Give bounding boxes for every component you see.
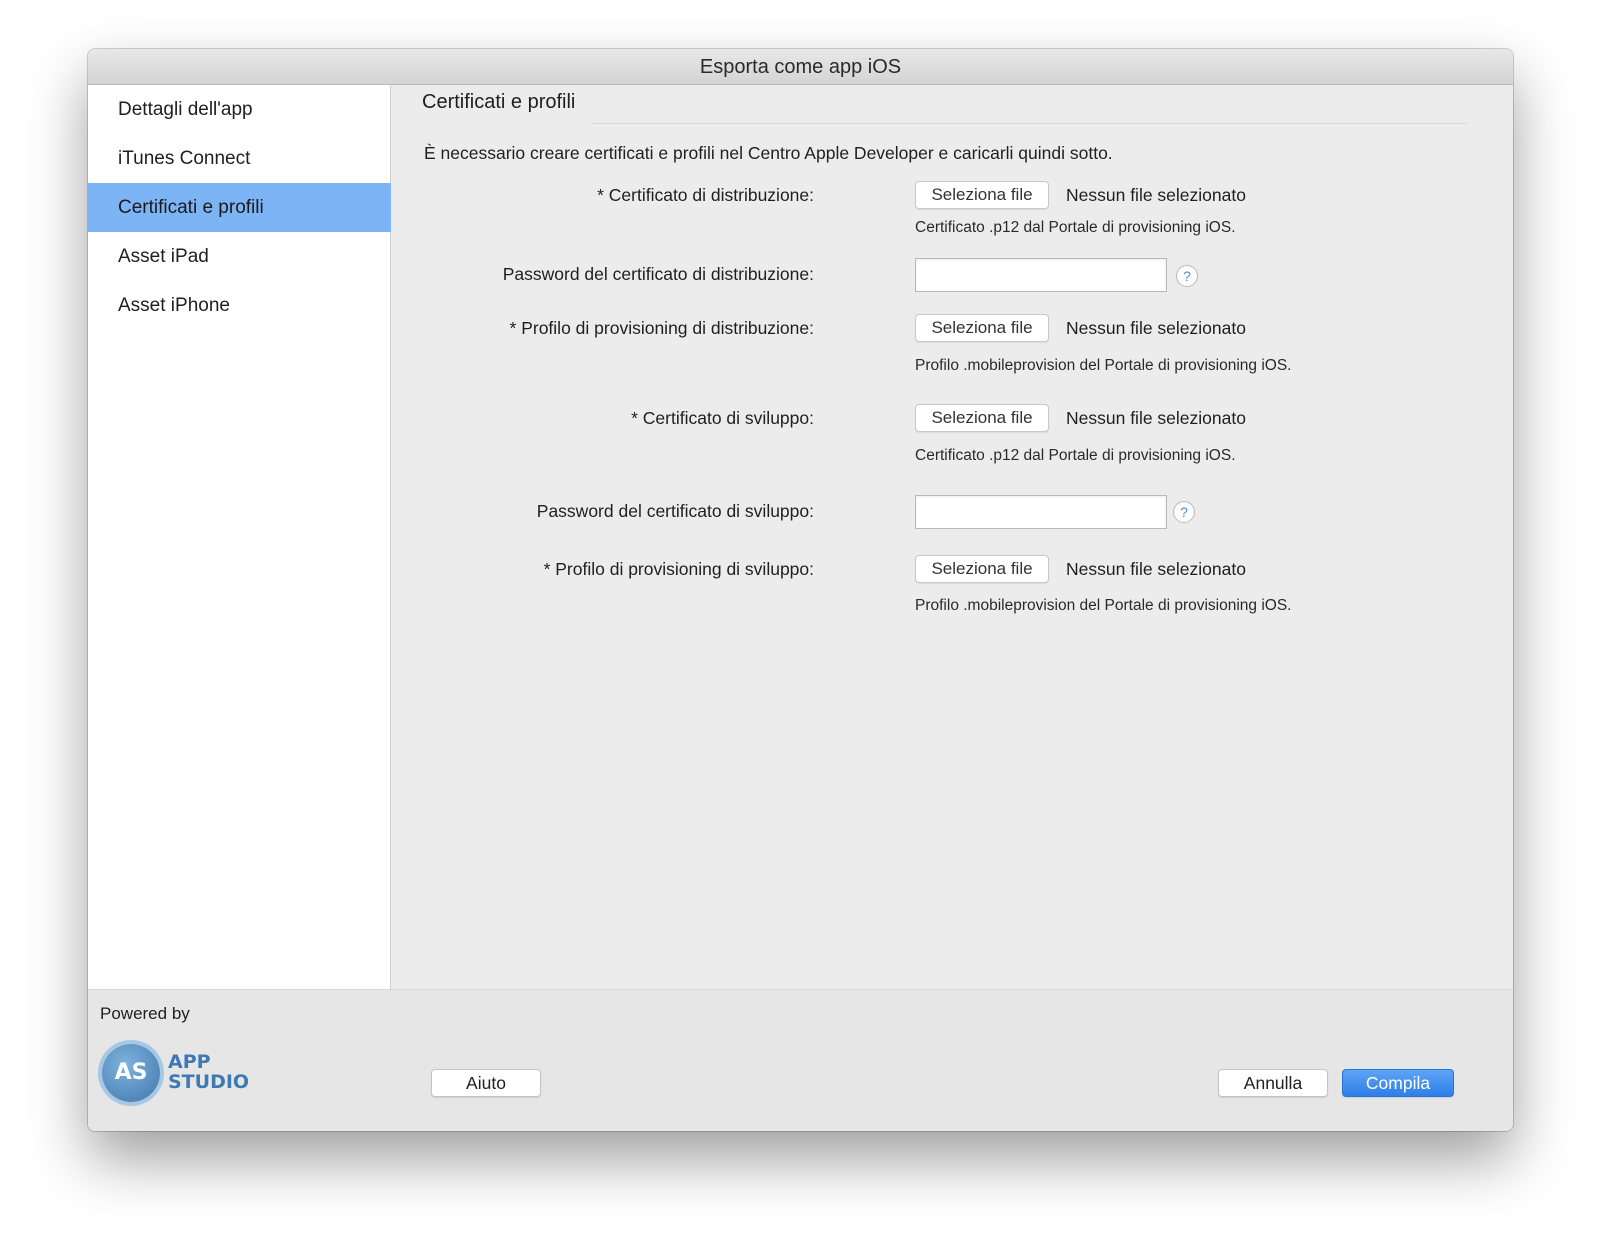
sidebar: Dettagli dell'app iTunes Connect Certifi… <box>88 85 391 989</box>
distribution-password-label: Password del certificato di distribuzion… <box>502 264 814 284</box>
development-profile-hint: Profilo .mobileprovision del Portale di … <box>915 597 1292 614</box>
distribution-password-help-icon[interactable]: ? <box>1176 265 1198 287</box>
main-panel: Certificati e profili È necessario crear… <box>392 85 1513 989</box>
distribution-profile-status: Nessun file selezionato <box>1066 318 1246 338</box>
sidebar-item-itunes-connect[interactable]: iTunes Connect <box>88 134 391 183</box>
distribution-profile-choose-button[interactable]: Seleziona file <box>915 314 1049 342</box>
sidebar-item-certificates[interactable]: Certificati e profili <box>88 183 391 232</box>
distribution-certificate-choose-button[interactable]: Seleziona file <box>915 181 1049 209</box>
dialog-footer: Powered by AS APP STUDIO Aiuto Annulla C… <box>88 989 1513 1131</box>
sidebar-item-iphone-assets[interactable]: Asset iPhone <box>88 281 391 330</box>
development-certificate-hint: Certificato .p12 dal Portale di provisio… <box>915 447 1236 464</box>
help-button[interactable]: Aiuto <box>431 1069 541 1097</box>
development-profile-choose-button[interactable]: Seleziona file <box>915 555 1049 583</box>
sidebar-item-app-details[interactable]: Dettagli dell'app <box>88 85 391 134</box>
distribution-profile-hint: Profilo .mobileprovision del Portale di … <box>915 357 1292 374</box>
development-profile-status: Nessun file selezionato <box>1066 559 1246 579</box>
section-title: Certificati e profili <box>422 91 576 113</box>
development-password-input[interactable] <box>915 495 1167 529</box>
development-password-help-icon[interactable]: ? <box>1173 501 1195 523</box>
distribution-password-input[interactable] <box>915 258 1167 292</box>
development-password-label: Password del certificato di sviluppo: <box>536 501 814 521</box>
window-title: Esporta come app iOS <box>88 49 1513 85</box>
distribution-certificate-hint: Certificato .p12 dal Portale di provisio… <box>915 219 1236 236</box>
development-certificate-status: Nessun file selezionato <box>1066 408 1246 428</box>
app-studio-logo: AS APP STUDIO <box>102 1042 252 1106</box>
logo-wordmark: APP STUDIO <box>168 1052 249 1092</box>
logo-line-2: STUDIO <box>168 1071 250 1093</box>
intro-text: È necessario creare certificati e profil… <box>424 143 1113 163</box>
distribution-profile-label: * Profilo di provisioning di distribuzio… <box>509 318 814 338</box>
development-certificate-choose-button[interactable]: Seleziona file <box>915 404 1049 432</box>
development-certificate-label: * Certificato di sviluppo: <box>631 408 814 428</box>
sidebar-item-ipad-assets[interactable]: Asset iPad <box>88 232 391 281</box>
build-button[interactable]: Compila <box>1342 1069 1454 1097</box>
logo-monogram: AS <box>114 1060 148 1085</box>
section-divider <box>592 123 1467 124</box>
logo-monogram-icon: AS <box>102 1044 160 1102</box>
distribution-certificate-label: * Certificato di distribuzione: <box>597 185 814 205</box>
powered-by-label: Powered by <box>100 1004 190 1023</box>
cancel-button[interactable]: Annulla <box>1218 1069 1328 1097</box>
logo-line-1: APP <box>168 1051 211 1073</box>
export-dialog: Esporta come app iOS Dettagli dell'app i… <box>88 49 1513 1131</box>
distribution-certificate-status: Nessun file selezionato <box>1066 185 1246 205</box>
development-profile-label: * Profilo di provisioning di sviluppo: <box>543 559 814 579</box>
